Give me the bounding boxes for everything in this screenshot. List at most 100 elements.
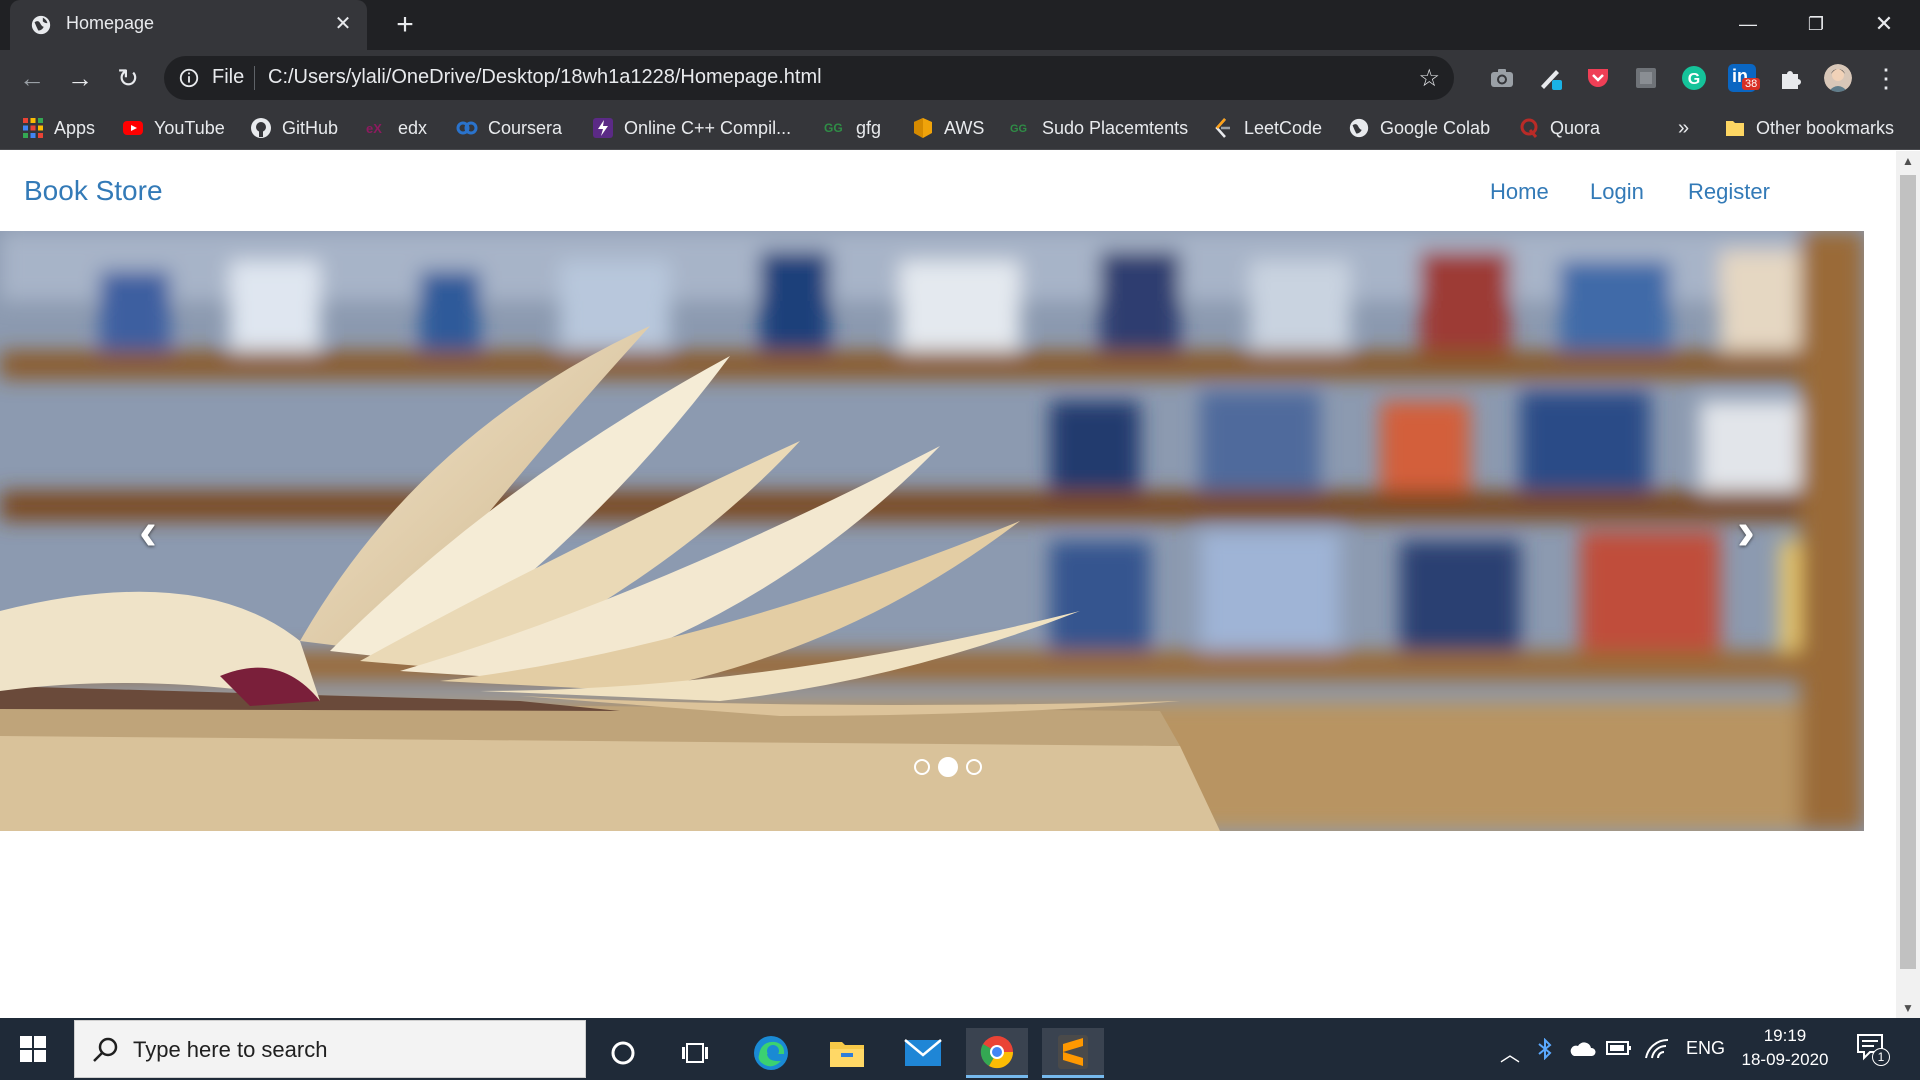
bookmark-label: AWS	[944, 117, 985, 138]
scroll-thumb[interactable]	[1900, 175, 1916, 969]
leetcode-icon	[1215, 118, 1230, 138]
bookmark-sudo-placements[interactable]: GG Sudo Placemtents	[1010, 116, 1188, 140]
github-icon	[251, 118, 271, 138]
puzzle-icon[interactable]	[1776, 64, 1804, 92]
mail-icon[interactable]	[892, 1028, 954, 1078]
bookmark-online-cpp[interactable]: Online C++ Compil...	[592, 116, 791, 140]
bookmark-coursera[interactable]: Coursera	[456, 116, 562, 140]
globe-icon	[31, 15, 51, 35]
sublime-text-icon[interactable]	[1042, 1028, 1104, 1078]
compiler-icon	[593, 118, 613, 138]
youtube-icon	[123, 121, 143, 135]
sudo-icon: GG	[1010, 123, 1027, 135]
taskbar-clock[interactable]: 19:19 18-09-2020	[1730, 1024, 1840, 1072]
bookmark-gfg[interactable]: GG gfg	[824, 116, 881, 140]
pen-extension-icon[interactable]	[1536, 64, 1564, 92]
brand-link[interactable]: Book Store	[24, 175, 163, 207]
carousel-indicator-2[interactable]	[938, 757, 958, 777]
nav-home-link[interactable]: Home	[1490, 179, 1549, 205]
taskbar-search-placeholder: Type here to search	[133, 1037, 328, 1062]
nav-register-link[interactable]: Register	[1688, 179, 1770, 205]
reload-icon[interactable]: ↻	[112, 62, 144, 94]
folder-icon	[1726, 121, 1744, 136]
clock-date: 18-09-2020	[1741, 1050, 1829, 1069]
cortana-icon[interactable]	[592, 1028, 654, 1078]
notification-badge: 1	[1872, 1048, 1890, 1066]
url-text[interactable]: C:/Users/ylali/OneDrive/Desktop/18wh1a12…	[268, 66, 822, 89]
bookmark-label: YouTube	[154, 117, 225, 138]
carousel-next-icon[interactable]: ›	[1716, 501, 1776, 561]
grammarly-icon[interactable]: G	[1680, 64, 1708, 92]
forward-arrow-icon[interactable]: →	[64, 62, 96, 94]
bookmark-edx[interactable]: eX edx	[366, 116, 427, 140]
show-hidden-icons-icon[interactable]: ︿	[1500, 1038, 1520, 1067]
taskbar-search-box[interactable]: Type here to search	[74, 1020, 586, 1078]
pocket-icon[interactable]	[1584, 64, 1612, 92]
grey-extension-icon[interactable]	[1632, 64, 1660, 92]
scroll-up-icon[interactable]: ▲	[1896, 151, 1920, 171]
bookmark-label: Sudo Placemtents	[1042, 117, 1189, 138]
address-bar[interactable]: File C:/Users/ylali/OneDrive/Desktop/18w…	[164, 56, 1454, 100]
svg-text:eX: eX	[366, 121, 382, 136]
linkedin-badge: 38	[1742, 78, 1761, 90]
linkedin-icon[interactable]: in 38	[1728, 64, 1761, 92]
svg-text:GG: GG	[1010, 123, 1027, 135]
close-window-icon[interactable]: ✕	[1864, 6, 1904, 42]
bookmark-aws[interactable]: AWS	[912, 116, 984, 140]
url-scheme: File	[212, 66, 245, 88]
menu-kebab-icon[interactable]: ⋮	[1870, 62, 1902, 94]
new-tab-button[interactable]: +	[390, 10, 420, 40]
back-arrow-icon[interactable]: ←	[16, 62, 48, 94]
coursera-icon	[456, 121, 478, 135]
nav-login-link[interactable]: Login	[1590, 179, 1644, 205]
tab-homepage[interactable]: Homepage ✕	[10, 0, 367, 50]
bookmark-other-bookmarks[interactable]: Other bookmarks	[1724, 116, 1894, 140]
camera-icon[interactable]	[1488, 64, 1516, 92]
bookmarks-bar: Apps YouTube GitHub eX edx Coursera Onli…	[0, 106, 1920, 150]
bluetooth-icon[interactable]	[1536, 1037, 1554, 1065]
quora-icon	[1520, 118, 1538, 138]
task-view-icon[interactable]	[664, 1028, 726, 1078]
carousel-indicator-1[interactable]	[914, 759, 930, 775]
browser-tab-strip: Homepage ✕ + — ❐ ✕	[0, 0, 1920, 50]
star-icon[interactable]: ☆	[1418, 64, 1440, 93]
image-carousel: ‹ ›	[0, 231, 1864, 831]
chrome-icon[interactable]	[966, 1028, 1028, 1078]
apps-grid-icon	[23, 118, 43, 138]
bookmark-youtube[interactable]: YouTube	[122, 116, 225, 140]
bookmark-quora[interactable]: Quora	[1518, 116, 1600, 140]
carousel-prev-icon[interactable]: ‹	[118, 501, 178, 561]
gfg-icon: GG	[824, 121, 843, 135]
bookmark-google-colab[interactable]: Google Colab	[1348, 116, 1490, 140]
bookmark-label: gfg	[856, 117, 882, 138]
bookmarks-overflow-button[interactable]: »	[1678, 116, 1689, 140]
restore-icon[interactable]: ❐	[1796, 6, 1836, 42]
close-tab-icon[interactable]: ✕	[331, 12, 355, 36]
carousel-indicators	[914, 757, 982, 777]
notification-center-icon[interactable]: 1	[1856, 1032, 1890, 1067]
bookmark-label: GitHub	[282, 117, 339, 138]
bookmark-label: Online C++ Compil...	[624, 117, 792, 138]
svg-text:G: G	[1688, 71, 1700, 88]
minimize-icon[interactable]: —	[1728, 6, 1768, 42]
edge-browser-icon[interactable]	[740, 1028, 802, 1078]
info-icon[interactable]	[178, 67, 200, 89]
bookmark-leetcode[interactable]: LeetCode	[1212, 116, 1322, 140]
avatar[interactable]	[1824, 64, 1852, 92]
clock-time: 19:19	[1763, 1026, 1807, 1045]
bookmark-label: Quora	[1550, 117, 1601, 138]
page-scrollbar[interactable]: ▲ ▼	[1896, 151, 1920, 1018]
wifi-icon[interactable]	[1644, 1038, 1670, 1065]
bookmark-apps[interactable]: Apps	[22, 116, 95, 140]
edx-icon: eX	[366, 121, 382, 136]
search-icon	[93, 1037, 118, 1062]
file-explorer-icon[interactable]	[816, 1028, 878, 1078]
battery-icon[interactable]	[1606, 1038, 1632, 1063]
page-viewport: Book Store Home Login Register ‹ › ▲ ▼	[0, 151, 1920, 1018]
onedrive-cloud-icon[interactable]	[1568, 1038, 1596, 1063]
scroll-down-icon[interactable]: ▼	[1896, 998, 1920, 1018]
windows-start-icon[interactable]	[20, 1036, 46, 1062]
bookmark-github[interactable]: GitHub	[250, 116, 338, 140]
input-language[interactable]: ENG	[1686, 1038, 1725, 1059]
carousel-indicator-3[interactable]	[966, 759, 982, 775]
